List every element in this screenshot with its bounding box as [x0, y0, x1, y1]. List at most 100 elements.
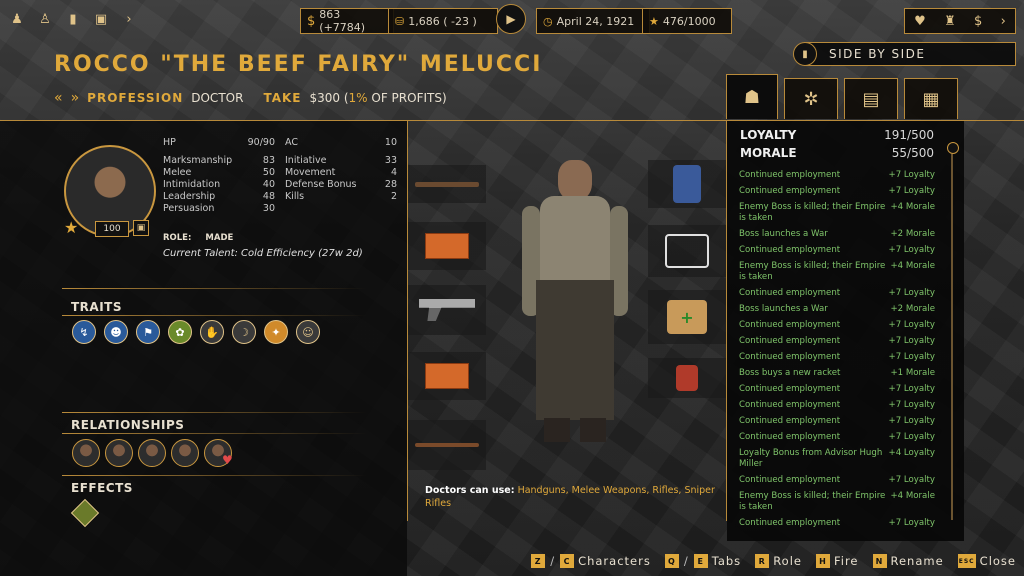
building-icon[interactable]: ♜: [944, 14, 956, 29]
effects-heading: EFFECTS: [71, 481, 133, 495]
profession-row: « » PROFESSION DOCTOR TAKE $300 (1% OF P…: [54, 90, 447, 106]
handgun-slot[interactable]: [408, 285, 486, 335]
hint-close[interactable]: ESC Close: [957, 554, 1016, 568]
relationship-avatar[interactable]: [72, 439, 100, 467]
chevron-right-icon[interactable]: ›: [120, 10, 138, 28]
log-entry-value: +7 Loyalty: [888, 336, 936, 346]
relationships-heading: RELATIONSHIPS: [71, 418, 185, 432]
hint-characters[interactable]: Z / C Characters: [531, 554, 651, 568]
relationship-avatar[interactable]: [138, 439, 166, 467]
section-divider: [62, 412, 367, 413]
ammo-slot-2[interactable]: [408, 352, 486, 400]
side-by-side-button[interactable]: ▮ SIDE BY SIDE: [793, 42, 1016, 66]
tab-ledger[interactable]: ▦: [904, 78, 958, 119]
sniper-slot[interactable]: [408, 420, 486, 470]
take-suffix: OF PROFITS): [367, 91, 447, 105]
section-divider: [62, 475, 367, 476]
consumable-slot[interactable]: [648, 358, 726, 398]
log-entry-value: +7 Loyalty: [888, 288, 936, 298]
relationship-avatar[interactable]: [105, 439, 133, 467]
rifle-slot[interactable]: [408, 165, 486, 203]
log-entry-value: +2 Morale: [890, 229, 935, 239]
heat-counter: ★ 476/1000: [642, 8, 732, 34]
clock-icon: ◷: [543, 14, 553, 28]
scrollbar-thumb[interactable]: [947, 142, 959, 154]
trait-icon[interactable]: ✿: [168, 320, 192, 344]
log-scrollbar[interactable]: [947, 142, 959, 520]
take-value: $300 (1% OF PROFITS): [309, 91, 446, 105]
date-display: ◷ April 24, 1921: [536, 8, 650, 34]
trait-icon[interactable]: ✋: [200, 320, 224, 344]
character-model: [510, 160, 640, 450]
star-icon: ★: [649, 14, 659, 28]
log-entry-text: Continued employment: [739, 352, 841, 362]
play-button[interactable]: ▶: [496, 4, 526, 34]
date-value: April 24, 1921: [556, 14, 635, 28]
hint-label: Tabs: [711, 554, 742, 568]
book-icon[interactable]: ▮: [64, 10, 82, 28]
log-entry-text: Boss launches a War: [739, 229, 828, 239]
hint-label: Rename: [890, 554, 944, 568]
log-entry: Continued employment +7 Loyalty: [739, 320, 935, 331]
trait-icon[interactable]: ↯: [72, 320, 96, 344]
prev-character-icon[interactable]: «: [54, 90, 63, 106]
hint-rename[interactable]: N Rename: [872, 554, 944, 568]
boss-icon[interactable]: ♟: [8, 10, 26, 28]
tab-cards[interactable]: ▤: [844, 78, 898, 119]
hint-role[interactable]: R Role: [755, 554, 802, 568]
trait-icon[interactable]: ⚑: [136, 320, 160, 344]
crew-icon[interactable]: ♙: [36, 10, 54, 28]
cards-icon: ▤: [862, 88, 880, 110]
role-row[interactable]: ROLE: MADE: [163, 233, 247, 243]
resource-hud: $ 863 (+7784) ⛁ 1,686 ( -23 ) ▶ ◷ April …: [300, 4, 732, 34]
next-character-icon[interactable]: »: [71, 90, 80, 106]
stat-label: Marksmanship: [163, 155, 233, 166]
top-right-menu: ♥ ♜ $ ›: [904, 8, 1016, 34]
log-entry: Enemy Boss is killed; their Empire is ta…: [739, 261, 935, 283]
log-entry-value: +1 Morale: [890, 368, 935, 378]
log-entry: Continued employment +7 Loyalty: [739, 336, 935, 347]
stat-label: Persuasion: [163, 203, 215, 214]
medkit-slot[interactable]: +: [648, 290, 726, 344]
log-entry: Continued employment +7 Loyalty: [739, 352, 935, 363]
key-esc: ESC: [957, 554, 976, 568]
chevron-right-icon[interactable]: ›: [1001, 14, 1006, 29]
dollar-icon[interactable]: $: [974, 14, 982, 29]
briefcase-icon[interactable]: ▣: [92, 10, 110, 28]
log-entry-value: +4 Morale: [890, 491, 935, 501]
bag-slot[interactable]: [648, 225, 726, 277]
trait-icon[interactable]: ☺: [296, 320, 320, 344]
log-entry: Boss buys a new racket +1 Morale: [739, 368, 935, 379]
stat-label: Melee: [163, 167, 192, 178]
log-entry: Boss launches a War +2 Morale: [739, 304, 935, 315]
tab-gangster[interactable]: ☗: [726, 74, 778, 119]
section-divider: [62, 433, 367, 434]
hint-fire[interactable]: H Fire: [815, 554, 859, 568]
log-entry: Boss launches a War +2 Morale: [739, 229, 935, 240]
stat-value: 4: [390, 167, 397, 178]
log-entry-text: Continued employment: [739, 432, 841, 442]
vest-slot[interactable]: [648, 160, 726, 208]
ammo-slot-1[interactable]: [408, 222, 486, 270]
trait-icon[interactable]: ☽: [232, 320, 256, 344]
traits-heading: TRAITS: [71, 300, 123, 314]
stat-label: Initiative: [285, 155, 327, 166]
role-label: ROLE:: [163, 233, 192, 243]
handgun-icon: [419, 299, 475, 321]
loyalty-label: LOYALTY: [740, 128, 797, 142]
handshake-icon[interactable]: ♥: [914, 14, 926, 29]
hint-tabs[interactable]: Q / E Tabs: [664, 554, 742, 568]
trait-icon[interactable]: ✦: [264, 320, 288, 344]
relationship-avatar[interactable]: [171, 439, 199, 467]
log-entry-value: +4 Loyalty: [888, 448, 936, 458]
hint-label: Fire: [833, 554, 859, 568]
stat-value: 33: [384, 155, 397, 166]
log-entry: Continued employment +7 Loyalty: [739, 400, 935, 411]
ammo-box-icon: [425, 233, 469, 259]
character-name[interactable]: ROCCO "THE BEEF FAIRY" MELUCCI: [54, 52, 542, 77]
tab-skill-tree[interactable]: ✲: [784, 78, 838, 119]
trait-icon[interactable]: ☻: [104, 320, 128, 344]
level-badge: 100: [95, 221, 129, 237]
log-entry-text: Continued employment: [739, 186, 841, 196]
scrollbar-track: [951, 154, 953, 520]
